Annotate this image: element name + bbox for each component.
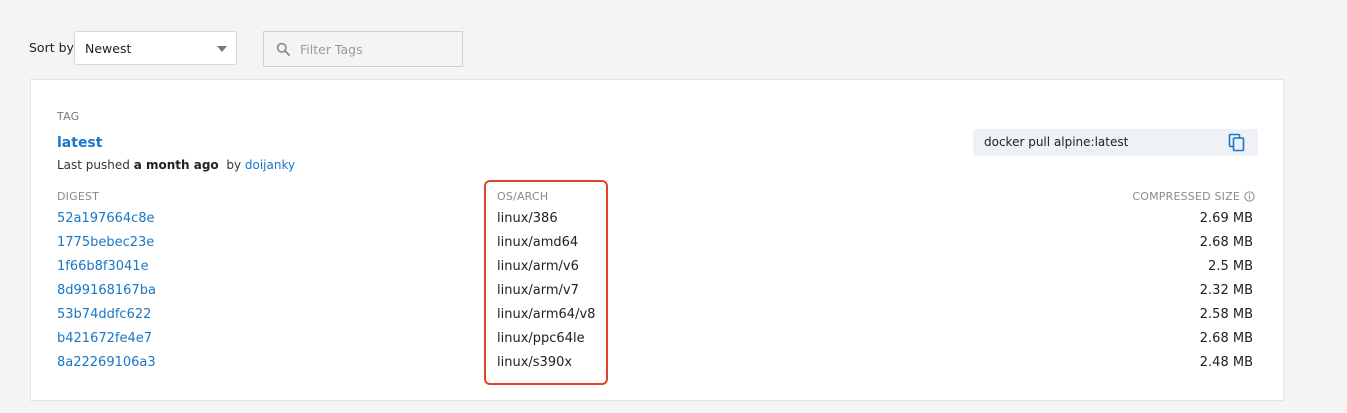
digest-link[interactable]: 1775bebec23e xyxy=(57,235,154,250)
tag-card: TAG latest Last pushed a month ago by do… xyxy=(30,79,1284,401)
pushed-by-label: by xyxy=(226,158,242,172)
table-row: 52a197664c8e linux/386 2.69 MB xyxy=(31,208,1283,232)
filter-tags-field[interactable] xyxy=(263,31,463,67)
last-pushed-info: Last pushed a month ago by doijanky xyxy=(57,158,295,172)
os-arch-column-header: OS/ARCH xyxy=(497,190,549,203)
pushed-by-user-link[interactable]: doijanky xyxy=(245,158,295,172)
size-cell: 2.32 MB xyxy=(1199,283,1253,298)
filter-tags-input[interactable] xyxy=(300,40,450,58)
toolbar: Sort by Newest xyxy=(0,0,1347,80)
compressed-size-column-header: COMPRESSED SIZE xyxy=(1132,190,1255,203)
os-arch-cell: linux/386 xyxy=(497,211,558,226)
size-cell: 2.48 MB xyxy=(1199,355,1253,370)
tag-name-link[interactable]: latest xyxy=(57,135,102,151)
pushed-prefix: Last pushed xyxy=(57,158,130,172)
table-row: 1775bebec23e linux/amd64 2.68 MB xyxy=(31,232,1283,256)
sort-select[interactable]: Newest xyxy=(74,31,237,65)
digest-link[interactable]: 8a22269106a3 xyxy=(57,355,156,370)
digest-table: 52a197664c8e linux/386 2.69 MB 1775bebec… xyxy=(31,208,1283,376)
table-row: b421672fe4e7 linux/ppc64le 2.68 MB xyxy=(31,328,1283,352)
sort-by-label: Sort by xyxy=(29,40,74,55)
size-cell: 2.58 MB xyxy=(1199,307,1253,322)
os-arch-cell: linux/arm64/v8 xyxy=(497,307,596,322)
info-icon[interactable] xyxy=(1244,191,1255,202)
digest-column-header: DIGEST xyxy=(57,190,100,203)
table-row: 8d99168167ba linux/arm/v7 2.32 MB xyxy=(31,280,1283,304)
os-arch-cell: linux/ppc64le xyxy=(497,331,585,346)
compressed-size-label: COMPRESSED SIZE xyxy=(1132,190,1240,203)
digest-link[interactable]: 1f66b8f3041e xyxy=(57,259,149,274)
digest-link[interactable]: 52a197664c8e xyxy=(57,211,155,226)
os-arch-cell: linux/arm/v7 xyxy=(497,283,579,298)
os-arch-cell: linux/amd64 xyxy=(497,235,579,250)
digest-link[interactable]: 8d99168167ba xyxy=(57,283,156,298)
os-arch-cell: linux/s390x xyxy=(497,355,573,370)
chevron-down-icon xyxy=(217,46,227,52)
digest-link[interactable]: 53b74ddfc622 xyxy=(57,307,151,322)
size-cell: 2.68 MB xyxy=(1199,235,1253,250)
table-row: 1f66b8f3041e linux/arm/v6 2.5 MB xyxy=(31,256,1283,280)
size-cell: 2.5 MB xyxy=(1208,259,1253,274)
digest-link[interactable]: b421672fe4e7 xyxy=(57,331,152,346)
table-row: 8a22269106a3 linux/s390x 2.48 MB xyxy=(31,352,1283,376)
pushed-time: a month ago xyxy=(133,158,219,172)
pull-command-text: docker pull alpine:latest xyxy=(984,135,1129,149)
tag-section-label: TAG xyxy=(57,110,80,123)
sort-select-value: Newest xyxy=(85,41,132,56)
table-row: 53b74ddfc622 linux/arm64/v8 2.58 MB xyxy=(31,304,1283,328)
pull-command-box: docker pull alpine:latest xyxy=(973,129,1258,156)
os-arch-cell: linux/arm/v6 xyxy=(497,259,579,274)
copy-icon[interactable] xyxy=(1228,133,1246,152)
size-cell: 2.69 MB xyxy=(1199,211,1253,226)
search-icon xyxy=(276,42,290,56)
size-cell: 2.68 MB xyxy=(1199,331,1253,346)
